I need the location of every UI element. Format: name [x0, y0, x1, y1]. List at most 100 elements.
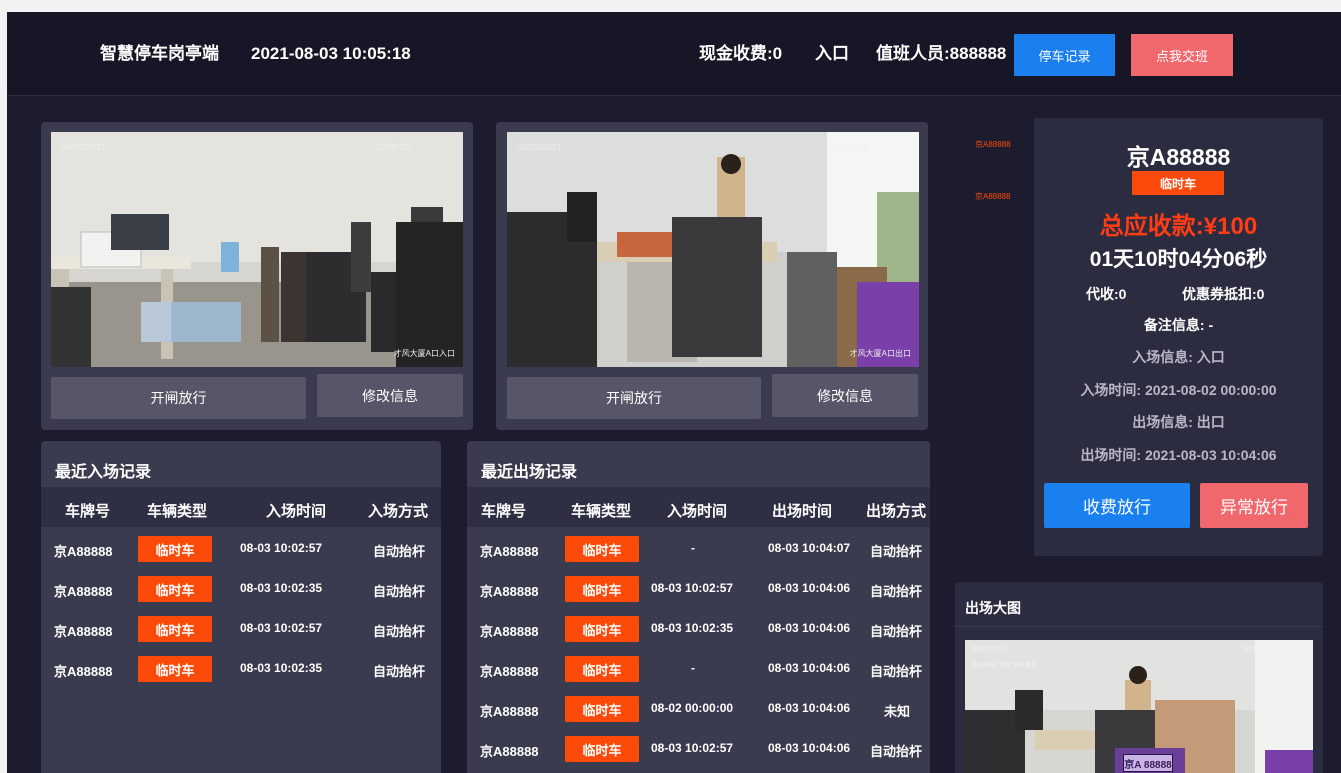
- staff-on-duty: 值班人员:888888: [876, 44, 1007, 63]
- exit-camera-panel: 08/03/2021 10:05:19 才风大厦A口出口 开闸放行 修改信息: [496, 122, 928, 430]
- entry-time-cell: 08-03 10:02:57: [651, 581, 734, 595]
- charge-release-button[interactable]: 收费放行: [1044, 483, 1190, 528]
- entry-time-cell: 08-03 10:02:35: [240, 581, 323, 595]
- exit-camera-location: 才风大厦A口出口: [849, 349, 911, 358]
- big-image-date: 08/03/2021: [971, 646, 1007, 653]
- header-bar: 智慧停车岗亭端 2021-08-03 10:05:18 现金收费:0 入口 值班…: [7, 12, 1341, 96]
- big-image-plate-overlay: 京A88888 蓝牌 26%置信: [971, 663, 1038, 669]
- exit-records-header: 车牌号 车辆类型 入场时间 出场时间 出场方式: [467, 487, 930, 527]
- entry-method-cell: 自动抬杆: [373, 624, 426, 639]
- column-header: 出场时间: [772, 503, 833, 520]
- plate-cell: 京A88888: [54, 624, 113, 639]
- exit-method-cell: 未知: [884, 704, 911, 719]
- column-header: 车牌号: [481, 503, 527, 520]
- vehicle-list-sidebar: 京A88888 京A88888: [955, 118, 1034, 556]
- entry-records-panel: 最近入场记录 车牌号 车辆类型 入场时间 入场方式 京A88888 临时车 08…: [41, 441, 441, 773]
- coupon-deduction: 优惠券抵扣:0: [1182, 286, 1265, 302]
- handover-button[interactable]: 点我交班: [1131, 34, 1233, 76]
- entry-camera-feed: 08/03/2021 10:05:20 才风大厦A口入口: [51, 132, 463, 367]
- plate-cell: 京A88888: [480, 544, 539, 559]
- app-window: 智慧停车岗亭端 2021-08-03 10:05:18 现金收费:0 入口 值班…: [7, 12, 1341, 773]
- vehicle-type-tag: 临时车: [138, 536, 212, 562]
- exit-edit-info-button[interactable]: 修改信息: [772, 374, 918, 417]
- exit-time-cell: 08-03 10:04:07: [768, 541, 851, 555]
- table-row[interactable]: 京A88888 临时车 - 08-03 10:04:07 自动抬杆: [467, 529, 930, 569]
- entry-time: 入场时间: 2021-08-02 00:00:00: [1080, 382, 1277, 398]
- vehicle-type-tag: 临时车: [565, 616, 639, 642]
- table-row[interactable]: 京A88888 临时车 08-02 00:00:00 08-03 10:04:0…: [467, 689, 930, 729]
- column-header: 车辆类型: [571, 503, 632, 520]
- big-image-plate-display: 京A 88888: [1123, 754, 1173, 772]
- entry-open-gate-button[interactable]: 开闸放行: [51, 377, 306, 419]
- exit-method-cell: 自动抬杆: [870, 584, 923, 599]
- table-row[interactable]: 京A88888 临时车 - 08-03 10:04:06 自动抬杆: [467, 649, 930, 689]
- exit-open-gate-button[interactable]: 开闸放行: [507, 377, 761, 419]
- table-row[interactable]: 京A88888 临时车 08-03 10:02:35 08-03 10:04:0…: [467, 609, 930, 649]
- exit-records-panel: 最近出场记录 车牌号 车辆类型 入场时间 出场时间 出场方式 京A88888 临…: [467, 441, 930, 773]
- exit-method-cell: 自动抬杆: [870, 544, 923, 559]
- table-row[interactable]: 京A88888 临时车 08-03 10:02:57 自动抬杆: [41, 609, 441, 649]
- vehicle-type-badge: 临时车: [1132, 171, 1224, 195]
- entry-time-cell: 08-03 10:02:35: [651, 621, 734, 635]
- plate-cell: 京A88888: [480, 704, 539, 719]
- parking-records-button[interactable]: 停车记录: [1014, 34, 1115, 76]
- remark-info: 备注信息: -: [1143, 317, 1214, 333]
- entry-camera-time: 10:05:20: [375, 142, 411, 152]
- exit-time-cell: 08-03 10:04:06: [768, 661, 851, 675]
- divider: [955, 626, 1323, 627]
- entry-camera-location: 才风大厦A口入口: [393, 349, 455, 358]
- vehicle-type-tag: 临时车: [565, 576, 639, 602]
- vehicle-type-tag: 临时车: [138, 616, 212, 642]
- table-row[interactable]: 京A88888 临时车 08-03 10:02:57 08-03 10:04:0…: [467, 569, 930, 609]
- table-row[interactable]: 京A88888 临时车 08-03 10:02:35 自动抬杆: [41, 649, 441, 689]
- entry-records-header: 车牌号 车辆类型 入场时间 入场方式: [41, 487, 441, 527]
- vehicle-list-item[interactable]: 京A88888: [975, 139, 1011, 150]
- vehicle-type-tag: 临时车: [138, 656, 212, 682]
- vehicle-info-panel: 京A88888 京A88888 京A88888 临时车 总应收款:¥100 01…: [955, 118, 1323, 556]
- entry-time-cell: 08-03 10:02:57: [240, 541, 323, 555]
- exit-info: 出场信息: 出口: [1132, 414, 1225, 430]
- exit-time-cell: 08-03 10:04:06: [768, 741, 851, 755]
- gate-label: 入口: [815, 44, 849, 63]
- entry-camera-date: 08/03/2021: [61, 142, 107, 152]
- table-row[interactable]: 京A88888 临时车 08-03 10:02:57 08-03 10:04:0…: [467, 729, 930, 769]
- exit-method-cell: 自动抬杆: [870, 744, 923, 759]
- plate-cell: 京A88888: [480, 744, 539, 759]
- current-datetime: 2021-08-03 10:05:18: [251, 44, 411, 63]
- plate-cell: 京A88888: [54, 664, 113, 679]
- entry-camera-panel: 08/03/2021 10:05:20 才风大厦A口入口 开闸放行 修改信息: [41, 122, 473, 430]
- entry-edit-info-button[interactable]: 修改信息: [317, 374, 463, 417]
- exit-camera-date: 08/03/2021: [517, 142, 563, 152]
- vehicle-type-tag: 临时车: [565, 736, 639, 762]
- exit-big-image: 08/03/2021 10:0 京A88888 蓝牌 26%置信 京A 8888…: [965, 640, 1313, 773]
- exit-big-image-title: 出场大图: [965, 600, 1021, 616]
- entry-method-cell: 自动抬杆: [373, 664, 426, 679]
- entry-camera-image: [51, 132, 463, 367]
- table-row[interactable]: 京A88888 临时车 08-03 10:02:35 自动抬杆: [41, 569, 441, 609]
- entry-time-cell: 08-03 10:02:57: [651, 741, 734, 755]
- exit-big-image-panel: 出场大图 08/03/2021 10:0 京A88888 蓝牌 26%置信 京A…: [955, 582, 1323, 773]
- entry-time-cell: -: [691, 541, 695, 555]
- abnormal-release-button[interactable]: 异常放行: [1200, 483, 1308, 528]
- exit-method-cell: 自动抬杆: [870, 624, 923, 639]
- entry-method-cell: 自动抬杆: [373, 544, 426, 559]
- vehicle-type-tag: 临时车: [138, 576, 212, 602]
- total-due: 总应收款:¥100: [1099, 213, 1258, 240]
- exit-time-cell: 08-03 10:04:06: [768, 581, 851, 595]
- column-header: 出场方式: [866, 503, 927, 520]
- plate-cell: 京A88888: [480, 664, 539, 679]
- entry-info: 入场信息: 入口: [1132, 349, 1225, 365]
- table-row[interactable]: 京A88888 临时车 08-03 10:02:57 自动抬杆: [41, 529, 441, 569]
- plate-cell: 京A88888: [480, 584, 539, 599]
- column-header: 入场时间: [266, 503, 327, 520]
- column-header: 车辆类型: [147, 503, 208, 520]
- exit-time: 出场时间: 2021-08-03 10:04:06: [1080, 447, 1277, 463]
- plate-cell: 京A88888: [54, 584, 113, 599]
- big-image-time: 10:0: [1243, 646, 1257, 653]
- vehicle-list-item[interactable]: 京A88888: [975, 191, 1011, 202]
- plate-cell: 京A88888: [480, 624, 539, 639]
- plate-number: 京A88888: [1126, 144, 1231, 170]
- column-header: 入场方式: [368, 503, 429, 520]
- entry-time-cell: 08-03 10:02:57: [240, 621, 323, 635]
- cash-fee: 现金收费:0: [699, 44, 783, 63]
